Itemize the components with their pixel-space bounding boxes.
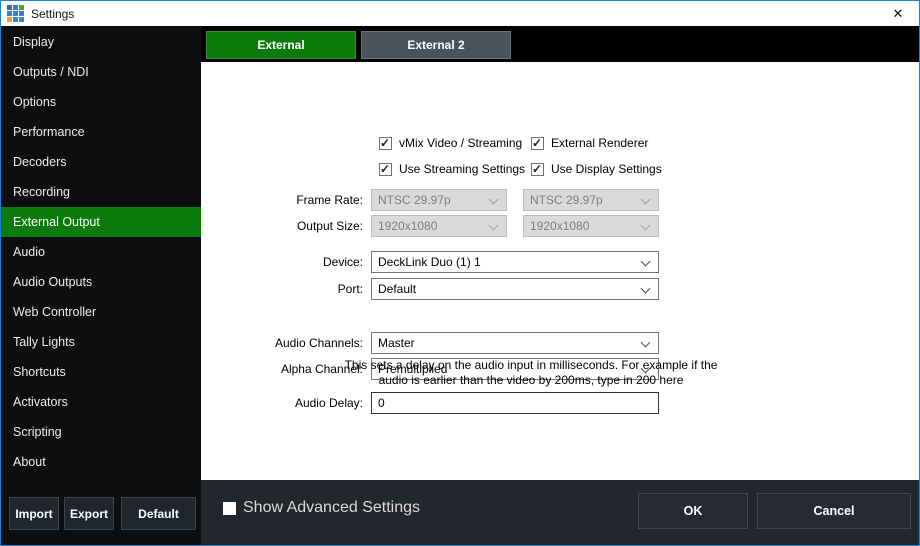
external-output-panel: vMix Video / Streaming External Renderer…	[201, 62, 919, 480]
cancel-button[interactable]: Cancel	[757, 493, 911, 529]
chevron-down-icon	[641, 284, 651, 294]
checkbox-icon[interactable]	[379, 163, 392, 176]
output-size-row: Output Size: 1920x1080 1920x1080	[201, 215, 659, 237]
device-select[interactable]: DeckLink Duo (1) 1	[371, 251, 659, 273]
audio-channels-label: Audio Channels:	[201, 336, 371, 350]
output-size-select-2: 1920x1080	[523, 215, 659, 237]
show-advanced-settings-checkbox[interactable]: Show Advanced Settings	[223, 499, 420, 517]
use-display-settings-checkbox[interactable]: Use Display Settings	[531, 162, 662, 176]
sidebar-item-options[interactable]: Options	[1, 87, 201, 117]
sidebar-buttons: Import Export Default	[9, 497, 196, 530]
tab-external[interactable]: External	[206, 31, 356, 59]
audio-delay-help-text: This sets a delay on the audio input in …	[331, 358, 731, 388]
chevron-down-icon	[641, 221, 651, 231]
settings-window: Settings ✕ Display Outputs / NDI Options…	[0, 0, 920, 546]
sidebar-item-about[interactable]: About	[1, 447, 201, 477]
settings-sidebar: Display Outputs / NDI Options Performanc…	[1, 26, 201, 545]
sidebar-item-performance[interactable]: Performance	[1, 117, 201, 147]
sidebar-item-tally-lights[interactable]: Tally Lights	[1, 327, 201, 357]
checkbox-label: External Renderer	[551, 136, 648, 150]
output-size-label: Output Size:	[201, 219, 371, 233]
frame-rate-label: Frame Rate:	[201, 193, 371, 207]
audio-delay-input[interactable]	[371, 392, 659, 414]
footer-bar: Show Advanced Settings OK Cancel	[201, 480, 919, 545]
audio-channels-row: Audio Channels: Master	[201, 332, 659, 354]
checkbox-icon[interactable]	[531, 137, 544, 150]
sidebar-item-activators[interactable]: Activators	[1, 387, 201, 417]
checkbox-icon[interactable]	[531, 163, 544, 176]
sidebar-item-audio-outputs[interactable]: Audio Outputs	[1, 267, 201, 297]
sidebar-item-recording[interactable]: Recording	[1, 177, 201, 207]
frame-rate-select-1: NTSC 29.97p	[371, 189, 507, 211]
use-streaming-settings-checkbox[interactable]: Use Streaming Settings	[379, 162, 525, 176]
window-title: Settings	[31, 7, 74, 21]
import-button[interactable]: Import	[9, 497, 59, 530]
device-label: Device:	[201, 255, 371, 269]
audio-channels-select[interactable]: Master	[371, 332, 659, 354]
sidebar-item-audio[interactable]: Audio	[1, 237, 201, 267]
checkbox-label: vMix Video / Streaming	[399, 136, 522, 150]
tab-strip: External External 2	[201, 26, 919, 62]
checkbox-icon[interactable]	[379, 137, 392, 150]
audio-delay-row: Audio Delay:	[201, 392, 659, 414]
sidebar-item-web-controller[interactable]: Web Controller	[1, 297, 201, 327]
port-label: Port:	[201, 282, 371, 296]
vmix-video-streaming-checkbox[interactable]: vMix Video / Streaming	[379, 136, 522, 150]
frame-rate-select-2: NTSC 29.97p	[523, 189, 659, 211]
frame-rate-row: Frame Rate: NTSC 29.97p NTSC 29.97p	[201, 189, 659, 211]
chevron-down-icon	[489, 195, 499, 205]
chevron-down-icon	[641, 257, 651, 267]
chevron-down-icon	[489, 221, 499, 231]
main-panel: External External 2 vMix Video / Streami…	[201, 26, 919, 545]
sidebar-item-decoders[interactable]: Decoders	[1, 147, 201, 177]
audio-delay-label: Audio Delay:	[201, 396, 371, 410]
port-select[interactable]: Default	[371, 278, 659, 300]
sidebar-item-shortcuts[interactable]: Shortcuts	[1, 357, 201, 387]
checkbox-label: Use Display Settings	[551, 162, 662, 176]
checkbox-label: Use Streaming Settings	[399, 162, 525, 176]
vmix-logo-icon	[7, 5, 24, 22]
close-icon[interactable]: ✕	[877, 1, 919, 26]
ok-button[interactable]: OK	[638, 493, 748, 529]
sidebar-item-display[interactable]: Display	[1, 27, 201, 57]
chevron-down-icon	[641, 338, 651, 348]
sidebar-item-outputs-ndi[interactable]: Outputs / NDI	[1, 57, 201, 87]
external-renderer-checkbox[interactable]: External Renderer	[531, 136, 648, 150]
titlebar: Settings ✕	[1, 1, 919, 26]
chevron-down-icon	[641, 195, 651, 205]
sidebar-item-scripting[interactable]: Scripting	[1, 417, 201, 447]
device-row: Device: DeckLink Duo (1) 1	[201, 251, 659, 273]
checkbox-icon[interactable]	[223, 502, 236, 515]
sidebar-item-external-output[interactable]: External Output	[1, 207, 201, 237]
default-button[interactable]: Default	[121, 497, 196, 530]
checkbox-label: Show Advanced Settings	[243, 499, 420, 517]
output-size-select-1: 1920x1080	[371, 215, 507, 237]
export-button[interactable]: Export	[64, 497, 114, 530]
tab-external-2[interactable]: External 2	[361, 31, 511, 59]
port-row: Port: Default	[201, 278, 659, 300]
